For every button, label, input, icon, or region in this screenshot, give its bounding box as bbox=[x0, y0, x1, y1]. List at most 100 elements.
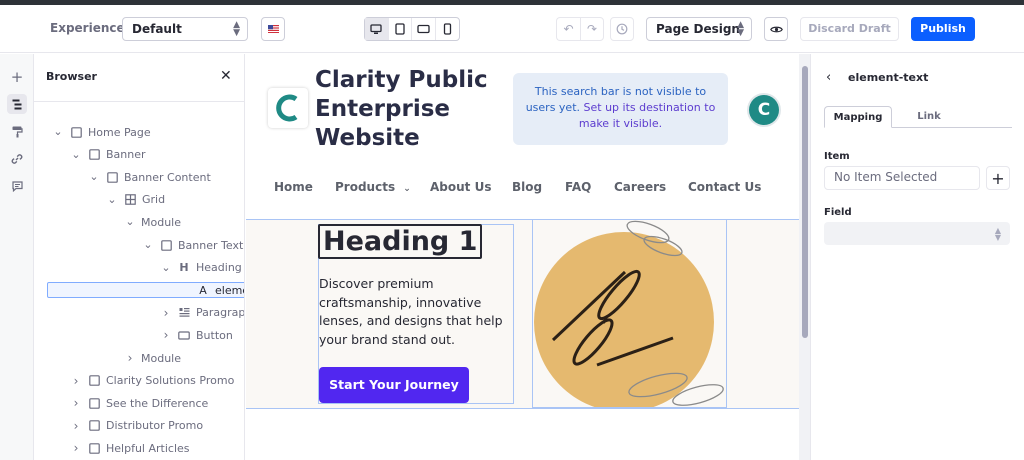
banner-image-column[interactable] bbox=[532, 219, 727, 408]
tree-node[interactable]: ⌄ Home Page bbox=[52, 123, 150, 141]
history-button[interactable] bbox=[610, 17, 634, 41]
user-avatar[interactable]: C bbox=[749, 95, 779, 125]
chevron-right-icon[interactable]: › bbox=[124, 351, 136, 365]
experience-select[interactable]: Default ▲ ▼ bbox=[122, 17, 248, 41]
publish-button[interactable]: Publish bbox=[911, 17, 975, 41]
chevron-right-icon[interactable]: › bbox=[70, 441, 82, 455]
device-mobile-button[interactable] bbox=[436, 18, 459, 40]
chevron-down-icon: ⌄ bbox=[403, 184, 411, 194]
discard-draft-button[interactable]: Discard Draft bbox=[800, 17, 899, 41]
browser-icon bbox=[12, 99, 21, 109]
select-item-button[interactable]: + bbox=[986, 166, 1010, 190]
tree-node[interactable]: › Distributor Promo bbox=[70, 417, 203, 435]
start-journey-button[interactable]: Start Your Journey bbox=[319, 367, 469, 403]
device-landscape-button[interactable] bbox=[412, 18, 436, 40]
banner-paragraph[interactable]: Discover premium craftsmanship, innovati… bbox=[319, 275, 509, 349]
tree-node[interactable]: › See the Difference bbox=[70, 394, 209, 412]
tree-node[interactable]: ⌄ Banner Content bbox=[88, 168, 211, 186]
chevron-down-icon[interactable]: ⌄ bbox=[160, 262, 172, 273]
eyeglasses-image bbox=[551, 220, 724, 406]
tree-node-label: Banner Text bbox=[178, 238, 244, 252]
tree-node[interactable]: › Helpful Articles bbox=[70, 439, 190, 457]
page-design-options-button[interactable] bbox=[7, 122, 27, 142]
chevron-down-icon[interactable]: ⌄ bbox=[124, 216, 136, 227]
grid-icon bbox=[123, 193, 137, 207]
desktop-icon bbox=[370, 23, 382, 34]
tree-node[interactable]: › Clarity Solutions Promo bbox=[70, 372, 235, 390]
nav-item-faq[interactable]: FAQ bbox=[565, 180, 591, 194]
site-title-line: Clarity Public bbox=[315, 67, 488, 93]
heading-1-element[interactable]: Heading 1 bbox=[318, 224, 483, 259]
canvas-scrollbar[interactable] bbox=[799, 54, 811, 460]
clarity-logo-icon bbox=[276, 94, 298, 122]
device-tablet-button[interactable] bbox=[389, 18, 412, 40]
tree-node-label: Clarity Solutions Promo bbox=[106, 374, 235, 388]
nav-item-contact-us[interactable]: Contact Us bbox=[688, 180, 761, 194]
mappings-button[interactable] bbox=[7, 149, 27, 169]
tree-node-label: Paragraph bbox=[196, 306, 245, 320]
tree-node-label: Grid bbox=[142, 193, 166, 207]
tab-mapping[interactable]: Mapping bbox=[824, 106, 892, 128]
comments-button[interactable] bbox=[7, 176, 27, 196]
back-chevron-icon[interactable]: ‹ bbox=[826, 70, 831, 85]
select-caret-icon: ▲ ▼ bbox=[233, 20, 240, 38]
square-icon bbox=[69, 125, 83, 139]
nav-item-blog[interactable]: Blog bbox=[512, 180, 542, 194]
field-select[interactable]: ▲ ▼ bbox=[824, 222, 1010, 245]
chevron-right-icon[interactable]: › bbox=[70, 374, 82, 388]
redo-button[interactable]: ↷ bbox=[580, 17, 604, 41]
tree-node-label: Banner bbox=[106, 148, 146, 162]
chevron-down-icon[interactable]: ⌄ bbox=[70, 149, 82, 160]
text-icon: A bbox=[199, 283, 207, 297]
chevron-down-icon[interactable]: ⌄ bbox=[142, 239, 154, 250]
divider bbox=[34, 101, 244, 102]
page-editor-toolbar: Experience Default ▲ ▼ ↶ ↷ Page Design ▲… bbox=[0, 5, 1024, 53]
nav-item-about-us[interactable]: About Us bbox=[430, 180, 491, 194]
plus-icon: + bbox=[991, 168, 1005, 188]
chevron-right-icon[interactable]: › bbox=[70, 419, 82, 433]
chevron-right-icon[interactable]: › bbox=[160, 328, 172, 342]
tree-node[interactable]: Aeleme bbox=[179, 281, 244, 299]
tree-node[interactable]: › Button bbox=[160, 326, 233, 344]
add-fragments-button[interactable]: + bbox=[7, 67, 27, 87]
tablet-icon bbox=[395, 23, 405, 35]
nav-item-products[interactable]: Products ⌄ bbox=[335, 180, 411, 194]
us-flag-icon bbox=[267, 25, 279, 33]
tree-node[interactable]: ⌄ Module bbox=[124, 213, 181, 231]
nav-item-careers[interactable]: Careers bbox=[614, 180, 666, 194]
select-caret-icon: ▲ ▼ bbox=[737, 20, 744, 38]
device-desktop-button[interactable] bbox=[365, 18, 389, 40]
item-field[interactable]: No Item Selected bbox=[824, 166, 980, 190]
browser-title: Browser bbox=[46, 70, 97, 83]
square-icon bbox=[87, 148, 101, 162]
tree-node[interactable]: ⌄ Banner Text bbox=[142, 236, 243, 254]
browser-panel-button[interactable] bbox=[7, 94, 27, 114]
tree-node[interactable]: ⌄ H Heading bbox=[160, 259, 242, 277]
tree-node-label: See the Difference bbox=[106, 396, 209, 410]
preview-button[interactable] bbox=[764, 17, 788, 41]
tree-node[interactable]: ⌄ Banner bbox=[70, 146, 146, 164]
site-logo[interactable] bbox=[268, 88, 308, 128]
chevron-down-icon[interactable]: ⌄ bbox=[52, 126, 64, 137]
close-icon[interactable]: ✕ bbox=[220, 69, 232, 83]
properties-panel: ‹ element-text Mapping Link Item No Item… bbox=[812, 54, 1024, 460]
chevron-right-icon[interactable]: › bbox=[160, 306, 172, 320]
plus-icon: + bbox=[10, 68, 24, 86]
language-selector-button[interactable] bbox=[261, 17, 285, 41]
tree-node-label: Banner Content bbox=[124, 170, 211, 184]
tree-node[interactable]: ⌄ Grid bbox=[106, 191, 165, 209]
mode-select[interactable]: Page Design ▲ ▼ bbox=[646, 17, 752, 41]
tree-node[interactable]: › Module bbox=[124, 349, 181, 367]
comment-icon bbox=[11, 180, 23, 192]
undo-button[interactable]: ↶ bbox=[556, 17, 580, 41]
search-notice-link[interactable]: Set up its destination to make it visibl… bbox=[579, 101, 715, 130]
paint-roller-icon bbox=[12, 126, 23, 138]
chevron-down-icon[interactable]: ⌄ bbox=[106, 194, 118, 205]
tree-node[interactable]: › Paragraph bbox=[160, 304, 245, 322]
scrollbar-thumb[interactable] bbox=[802, 66, 808, 338]
nav-item-home[interactable]: Home bbox=[274, 180, 313, 194]
chevron-down-icon[interactable]: ⌄ bbox=[88, 171, 100, 182]
tab-link[interactable]: Link bbox=[902, 106, 956, 128]
chevron-right-icon[interactable]: › bbox=[70, 396, 82, 410]
tree-node-label: Heading bbox=[196, 261, 242, 275]
